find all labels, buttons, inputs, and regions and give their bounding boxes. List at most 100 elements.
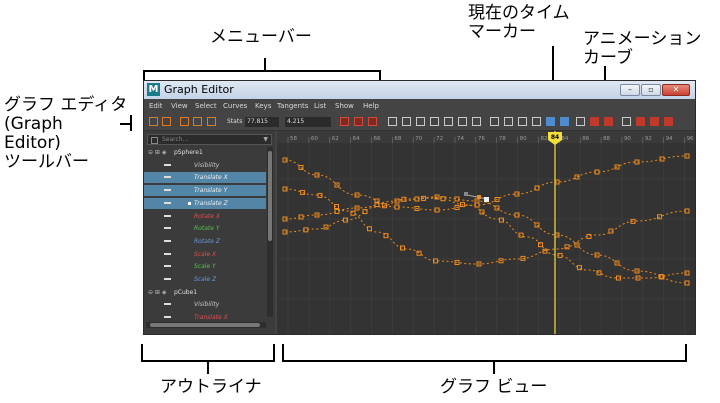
outliner-hscroll-thumb[interactable] <box>150 323 260 327</box>
normalize-icon[interactable] <box>590 117 599 126</box>
frame-tick-label: 76 <box>478 136 485 142</box>
value-snap-icon[interactable] <box>576 117 585 126</box>
outliner-scroll-thumb[interactable] <box>268 151 272 241</box>
denormalize-icon[interactable] <box>604 117 613 126</box>
frame-tick-label: 64 <box>353 136 360 142</box>
pre-infinity-icon[interactable] <box>622 117 631 126</box>
graph-toolbar-callout: グラフ エディタ (Graph Editor) ツールバー <box>4 95 128 172</box>
frame-tick-label: 82 <box>540 136 547 142</box>
channel-key-icon <box>164 278 171 280</box>
region-tool-icon[interactable] <box>193 117 202 126</box>
graph-bracket-right <box>685 344 687 361</box>
plateau-tangent-icon[interactable] <box>472 117 481 126</box>
frame-all-icon[interactable] <box>340 117 349 126</box>
outliner-node-row[interactable]: ⊖ ⊞ ◈ pSphere1 <box>144 147 266 158</box>
channel-key-icon <box>164 227 171 230</box>
channel-key-icon <box>164 189 171 192</box>
outliner-channel-row[interactable]: Translate Y <box>144 185 266 197</box>
channel-name: Rotate Z <box>194 237 220 245</box>
lock-tangent-weight-icon[interactable] <box>546 117 555 126</box>
menu-list[interactable]: List <box>314 102 326 110</box>
menu-show[interactable]: Show <box>335 102 354 110</box>
outliner-channel-row[interactable]: Scale X <box>144 249 266 260</box>
outliner-channel-row[interactable]: Rotate Y <box>144 223 266 234</box>
outliner-channel-row[interactable]: Rotate X <box>144 211 266 222</box>
lattice-deform-icon[interactable] <box>180 117 189 126</box>
outliner-channel-row[interactable]: Translate X <box>144 172 266 184</box>
channel-name: Visibility <box>194 161 220 169</box>
clamped-tangent-icon[interactable] <box>416 117 425 126</box>
tangent-handle-out <box>484 197 489 202</box>
auto-tangent-icon[interactable] <box>388 117 397 126</box>
menu-curves[interactable]: Curves <box>223 102 247 110</box>
channel-key-icon <box>164 176 171 179</box>
menu-view[interactable]: View <box>171 102 188 110</box>
menu-tangents[interactable]: Tangents <box>277 102 308 110</box>
frame-tick-label: 62 <box>332 136 339 142</box>
outliner-bracket-stem <box>207 360 209 374</box>
stats-frame-field[interactable]: 77.815 <box>245 117 279 127</box>
free-tangent-weight-icon[interactable] <box>532 117 541 126</box>
selected-key <box>477 195 481 199</box>
toolbar-bracket-bottom <box>120 123 132 125</box>
linear-tangent-icon[interactable] <box>430 117 439 126</box>
minimize-button[interactable]: – <box>620 84 640 96</box>
unify-tangents-icon[interactable] <box>518 117 527 126</box>
menu-select[interactable]: Select <box>195 102 217 110</box>
active-channel-indicator <box>188 201 191 205</box>
search-icon <box>151 137 158 144</box>
object-name: pSphere1 <box>174 149 203 156</box>
close-button[interactable]: ✕ <box>662 84 690 96</box>
graph-canvas[interactable]: 58 60 62 64 66 68 70 72 74 76 78 80 82 84 86 88 90 92 94 96… <box>277 131 695 334</box>
outliner-bracket-right <box>273 344 275 361</box>
break-tangents-icon[interactable] <box>504 117 513 126</box>
frame-tick-label: 60 <box>311 136 318 142</box>
spline-tangent-icon[interactable] <box>402 117 411 126</box>
outliner-channel-row[interactable]: Rotate Z <box>144 236 266 247</box>
search-field[interactable]: Search... ▼ <box>147 134 272 145</box>
time-snap-icon[interactable] <box>560 117 569 126</box>
move-nearest-key-icon[interactable] <box>149 117 158 126</box>
channel-key-icon <box>164 239 171 242</box>
channel-key-icon <box>164 303 171 306</box>
channel-key-icon <box>164 214 171 217</box>
step-tangent-icon[interactable] <box>458 117 467 126</box>
channel-name: Rotate X <box>194 212 220 220</box>
outliner-channel-row[interactable]: Scale Y <box>144 261 266 272</box>
post-infinity-icon[interactable] <box>636 117 645 126</box>
graph-view[interactable]: 58 60 62 64 66 68 70 72 74 76 78 80 82 84 86 88 90 92 94 96… <box>277 131 695 334</box>
chevron-down-icon[interactable]: ▼ <box>263 136 268 143</box>
flat-tangent-icon[interactable] <box>444 117 453 126</box>
outliner-channel-row[interactable]: Translate Z <box>144 197 266 209</box>
retime-tool-icon[interactable] <box>207 117 216 126</box>
graph-background <box>277 131 695 334</box>
outliner-node-row[interactable]: ⊖ ⊞ ◈ pCube1 <box>144 287 266 298</box>
frame-tick-label: 72 <box>436 136 443 142</box>
maximize-button[interactable]: ▫ <box>641 84 661 96</box>
trax-editor-icon[interactable] <box>664 117 673 126</box>
buffer-curve-icon[interactable] <box>490 117 499 126</box>
stats-value-field[interactable]: 4.215 <box>285 117 331 127</box>
menu-bar-callout: メニューバー <box>210 27 312 47</box>
channel-key-icon <box>164 252 171 255</box>
menu-keys[interactable]: Keys <box>255 102 271 110</box>
frame-playback-icon[interactable] <box>368 117 377 126</box>
title-bar[interactable]: M Graph Editor – ▫ ✕ <box>144 81 695 99</box>
insert-key-icon[interactable] <box>162 117 171 126</box>
frame-tick-label: 74 <box>457 136 464 142</box>
menu-edit[interactable]: Edit <box>149 102 163 110</box>
frame-tick-label: 90 <box>624 136 631 142</box>
search-placeholder: Search... <box>162 136 189 143</box>
outliner-channel-row[interactable]: Visibility <box>144 160 266 171</box>
frame-selection-icon[interactable] <box>354 117 363 126</box>
dope-sheet-icon[interactable] <box>650 117 659 126</box>
menu-help[interactable]: Help <box>363 102 379 110</box>
outliner-channel-row[interactable]: Scale Z <box>144 274 266 285</box>
frame-tick-label: 80 <box>520 136 527 142</box>
expand-toggle-icon[interactable]: ⊖ ⊞ ◈ <box>148 289 166 296</box>
channel-key-icon <box>164 265 171 268</box>
expand-toggle-icon[interactable]: ⊖ ⊞ ◈ <box>148 149 166 156</box>
stats-label: Stats <box>227 118 243 125</box>
outliner-channel-row[interactable]: Visibility <box>144 299 266 310</box>
frame-tick-label: 88 <box>603 136 610 142</box>
